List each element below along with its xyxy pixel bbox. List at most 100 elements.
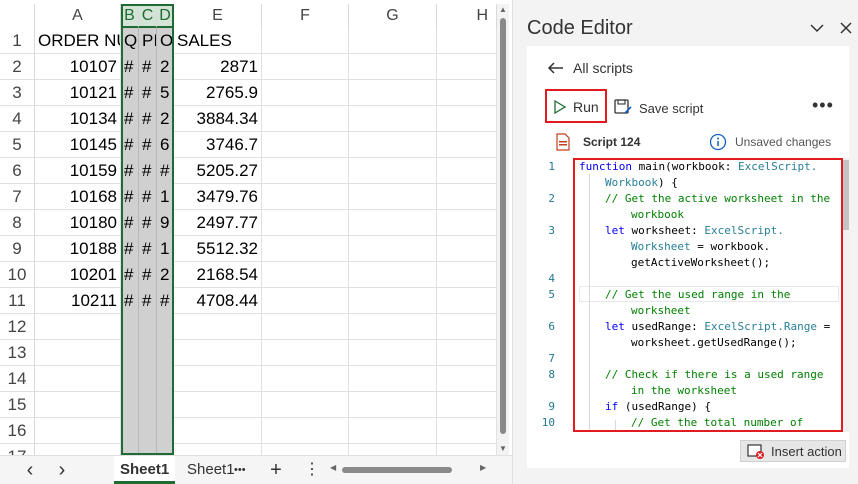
scroll-down-icon[interactable]: ▼ — [497, 443, 509, 455]
vertical-scrollbar[interactable]: ▲ ▼ — [497, 4, 509, 455]
horizontal-scroll-thumb[interactable] — [342, 467, 452, 473]
cell-f[interactable] — [262, 80, 349, 106]
cell-d[interactable]: 1 — [157, 236, 174, 262]
cell-a[interactable] — [35, 418, 121, 444]
cell-b[interactable] — [121, 418, 139, 444]
cell-b[interactable]: # — [121, 54, 139, 80]
scroll-left-icon[interactable]: ◀ — [330, 463, 336, 472]
cell-d[interactable] — [157, 444, 174, 455]
chevron-down-icon[interactable] — [809, 20, 825, 36]
cell-a[interactable] — [35, 340, 121, 366]
cell-h[interactable] — [437, 288, 497, 314]
row-header[interactable]: 9 — [0, 236, 35, 262]
cell-a[interactable]: 10145 — [35, 132, 121, 158]
cell-g[interactable] — [349, 132, 437, 158]
cell-e[interactable]: 2871 — [174, 54, 262, 80]
sheet-tab-active[interactable]: Sheet1 — [114, 456, 176, 484]
code-area[interactable]: 1 2 3 4 5 6 7 8 9 10 function main(workb… — [527, 158, 849, 434]
cell-e[interactable]: 3746.7 — [174, 132, 262, 158]
cell-b[interactable]: # — [121, 262, 139, 288]
row-header[interactable]: 4 — [0, 106, 35, 132]
cell-e[interactable] — [174, 418, 262, 444]
scroll-up-icon[interactable]: ▲ — [497, 4, 509, 16]
cell-g[interactable] — [349, 444, 437, 455]
cell-d[interactable]: O — [157, 28, 174, 54]
cell-h[interactable] — [437, 54, 497, 80]
cell-b[interactable] — [121, 366, 139, 392]
cell-h[interactable] — [437, 210, 497, 236]
cell-g[interactable] — [349, 418, 437, 444]
cell-d[interactable]: 2 — [157, 106, 174, 132]
cell-g[interactable] — [349, 158, 437, 184]
cell-b[interactable]: Q — [121, 28, 139, 54]
row-header[interactable]: 16 — [0, 418, 35, 444]
row-header[interactable]: 17 — [0, 444, 35, 455]
cell-d[interactable]: 5 — [157, 80, 174, 106]
add-sheet-icon[interactable]: + — [268, 456, 284, 484]
cell-g[interactable] — [349, 80, 437, 106]
column-header-c[interactable]: C — [139, 4, 157, 28]
row-header[interactable]: 12 — [0, 314, 35, 340]
cell-c[interactable]: # — [139, 184, 157, 210]
code-scrollbar[interactable] — [843, 158, 849, 432]
cell-h[interactable] — [437, 184, 497, 210]
cell-d[interactable]: # — [157, 158, 174, 184]
cell-f[interactable] — [262, 444, 349, 455]
row-header[interactable]: 7 — [0, 184, 35, 210]
sheet-tab[interactable]: Sheet1 — [187, 456, 235, 484]
row-header[interactable]: 8 — [0, 210, 35, 236]
cell-d[interactable] — [157, 314, 174, 340]
cell-c[interactable] — [139, 366, 157, 392]
cell-f[interactable] — [262, 236, 349, 262]
cell-f[interactable] — [262, 418, 349, 444]
cell-h[interactable] — [437, 80, 497, 106]
column-header-f[interactable]: F — [262, 4, 349, 28]
cell-e[interactable]: 5512.32 — [174, 236, 262, 262]
cell-a[interactable]: 10168 — [35, 184, 121, 210]
cell-h[interactable] — [437, 418, 497, 444]
cell-f[interactable] — [262, 392, 349, 418]
cell-c[interactable] — [139, 444, 157, 455]
cell-b[interactable]: # — [121, 184, 139, 210]
cell-h[interactable] — [437, 366, 497, 392]
cell-b[interactable]: # — [121, 236, 139, 262]
column-header-b[interactable]: B — [121, 4, 139, 28]
cell-h[interactable] — [437, 28, 497, 54]
cell-g[interactable] — [349, 210, 437, 236]
cell-c[interactable]: # — [139, 158, 157, 184]
cell-a[interactable]: 10188 — [35, 236, 121, 262]
cell-h[interactable] — [437, 236, 497, 262]
cell-c[interactable] — [139, 340, 157, 366]
code-scroll-thumb[interactable] — [843, 160, 849, 230]
cell-f[interactable] — [262, 132, 349, 158]
cell-a[interactable] — [35, 314, 121, 340]
cell-a[interactable]: 10180 — [35, 210, 121, 236]
cell-d[interactable]: 2 — [157, 54, 174, 80]
cell-b[interactable]: # — [121, 210, 139, 236]
insert-action-button[interactable]: Insert action — [740, 440, 846, 462]
cell-f[interactable] — [262, 210, 349, 236]
cell-g[interactable] — [349, 106, 437, 132]
cell-e[interactable] — [174, 314, 262, 340]
row-header[interactable]: 10 — [0, 262, 35, 288]
cell-a[interactable] — [35, 444, 121, 455]
cell-f[interactable] — [262, 288, 349, 314]
cell-g[interactable] — [349, 184, 437, 210]
cell-f[interactable] — [262, 340, 349, 366]
cell-d[interactable]: 1 — [157, 184, 174, 210]
cell-f[interactable] — [262, 28, 349, 54]
more-options-icon[interactable]: ••• — [812, 96, 834, 114]
row-header[interactable]: 2 — [0, 54, 35, 80]
row-header[interactable]: 11 — [0, 288, 35, 314]
cell-e[interactable]: 2168.54 — [174, 262, 262, 288]
cell-g[interactable] — [349, 28, 437, 54]
cell-a[interactable] — [35, 392, 121, 418]
next-sheet-icon[interactable]: › — [52, 456, 72, 484]
cell-c[interactable] — [139, 314, 157, 340]
cell-f[interactable] — [262, 106, 349, 132]
cell-d[interactable]: # — [157, 288, 174, 314]
cell-c[interactable]: # — [139, 210, 157, 236]
row-header[interactable]: 3 — [0, 80, 35, 106]
row-header[interactable]: 6 — [0, 158, 35, 184]
cell-f[interactable] — [262, 366, 349, 392]
